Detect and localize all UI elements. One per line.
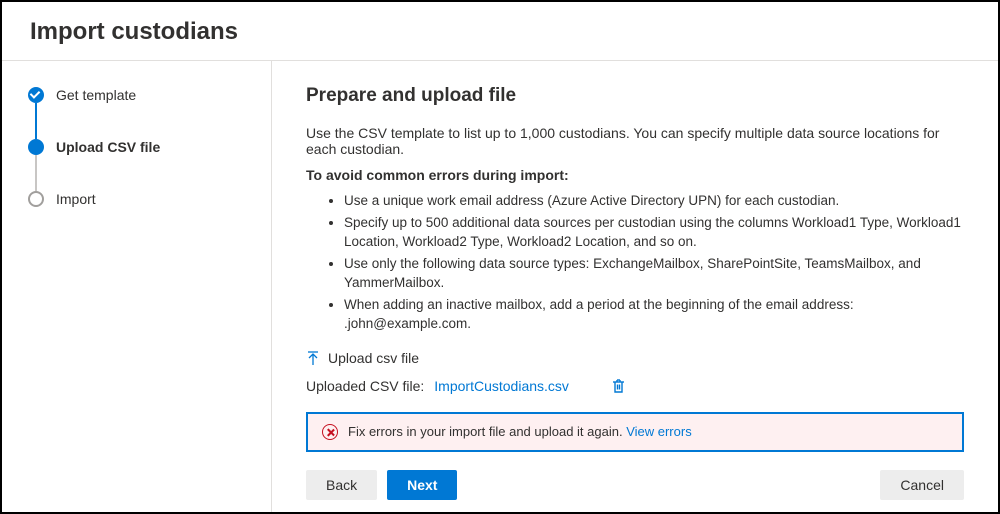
delete-file-button[interactable] xyxy=(611,378,626,394)
next-button[interactable]: Next xyxy=(387,470,457,500)
upcoming-step-icon xyxy=(28,191,44,207)
uploaded-file-row: Uploaded CSV file: ImportCustodians.csv xyxy=(306,378,964,394)
list-item: Use only the following data source types… xyxy=(344,254,964,293)
step-label: Upload CSV file xyxy=(56,139,160,155)
view-errors-link[interactable]: View errors xyxy=(626,424,692,439)
content-heading: Prepare and upload file xyxy=(306,85,964,107)
upload-icon xyxy=(306,350,320,366)
checkmark-icon xyxy=(28,87,44,103)
cancel-button[interactable]: Cancel xyxy=(880,470,964,500)
error-message: Fix errors in your import file and uploa… xyxy=(348,424,626,439)
stepper-sidebar: Get template Upload CSV file Import xyxy=(2,61,272,512)
intro-text: Use the CSV template to list up to 1,000… xyxy=(306,125,964,157)
uploaded-label: Uploaded CSV file: xyxy=(306,378,424,394)
upload-csv-button[interactable]: Upload csv file xyxy=(306,350,964,366)
step-label: Import xyxy=(56,191,96,207)
subhead-text: To avoid common errors during import: xyxy=(306,167,964,183)
step-get-template[interactable]: Get template xyxy=(28,87,247,139)
back-button[interactable]: Back xyxy=(306,470,377,500)
uploaded-filename-link[interactable]: ImportCustodians.csv xyxy=(434,378,569,394)
trash-icon xyxy=(611,378,626,394)
main-content: Prepare and upload file Use the CSV temp… xyxy=(272,61,998,458)
dialog-footer: Back Next Cancel xyxy=(272,458,998,512)
step-upload-csv[interactable]: Upload CSV file xyxy=(28,139,247,191)
list-item: When adding an inactive mailbox, add a p… xyxy=(344,295,964,334)
list-item: Specify up to 500 additional data source… xyxy=(344,213,964,252)
list-item: Use a unique work email address (Azure A… xyxy=(344,191,964,211)
error-icon xyxy=(322,424,338,440)
dialog-header: Import custodians xyxy=(2,2,998,61)
dialog-title: Import custodians xyxy=(30,18,970,46)
step-label: Get template xyxy=(56,87,136,103)
upload-label: Upload csv file xyxy=(328,350,419,366)
step-import[interactable]: Import xyxy=(28,191,247,207)
current-step-icon xyxy=(28,139,44,155)
error-banner: Fix errors in your import file and uploa… xyxy=(306,412,964,452)
guidance-list: Use a unique work email address (Azure A… xyxy=(344,191,964,334)
